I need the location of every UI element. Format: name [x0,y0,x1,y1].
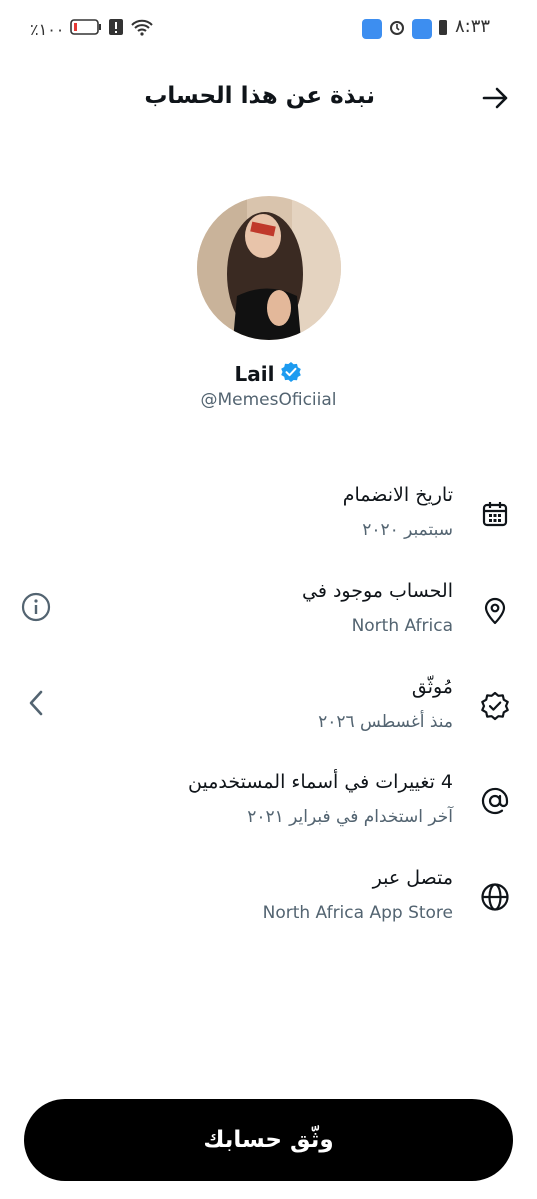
back-button[interactable] [478,82,514,118]
at-sign-icon [479,785,511,817]
row-subtitle: منذ أغسطس ٢٠٢٦ [318,712,453,732]
display-name: Lail [234,362,275,386]
verified-badge-outline-icon [479,690,511,722]
username-handle: @MemesOficiial [200,390,337,410]
app-notification-icon [362,19,382,39]
username-changes-row: 4 تغييرات في أسماء المستخدمين آخر استخدا… [0,765,537,835]
battery-percent: ٪١٠٠ [30,19,65,39]
chevron-left-icon [26,689,46,721]
row-subtitle: North Africa App Store [262,903,453,923]
globe-icon [479,881,511,913]
row-subtitle: آخر استخدام في فبراير ٢٠٢١ [247,807,453,827]
row-title: تاريخ الانضمام [342,484,453,506]
arrow-right-icon [482,86,510,114]
name-row: Lail [0,361,537,387]
row-title: مُوثّق [411,676,453,698]
alarm-icon [388,18,406,40]
wifi-icon [130,18,154,40]
status-time: ٨:٣٣ [455,16,491,37]
status-bar: ٨:٣٣ ٪١٠٠ [0,0,537,60]
row-title: الحساب موجود في [302,580,453,602]
row-title: 4 تغييرات في أسماء المستخدمين [188,771,453,793]
alert-icon [108,18,124,40]
avatar [197,196,341,340]
info-icon [20,591,52,627]
app-notification-icon [412,19,432,39]
status-notification-icons [362,18,448,40]
calendar-icon [479,498,511,530]
location-info-button[interactable] [18,591,54,627]
row-subtitle: سبتمبر ٢٠٢٠ [362,520,453,540]
location-pin-icon [479,594,511,626]
row-title: متصل عبر [372,867,453,889]
account-location-row: الحساب موجود في North Africa [0,574,537,644]
verify-account-button[interactable]: وثّق حسابك [24,1099,513,1181]
status-system-icons: ٪١٠٠ [30,18,154,40]
row-subtitle: North Africa [351,616,453,636]
verified-badge-icon [280,361,302,387]
battery-icon [70,19,102,39]
connected-via-row: متصل عبر North Africa App Store [0,861,537,931]
verified-details-button[interactable] [18,687,54,723]
joined-date-row: تاريخ الانضمام سبتمبر ٢٠٢٠ [0,478,537,548]
battery-saver-icon [438,18,448,40]
verified-row[interactable]: مُوثّق منذ أغسطس ٢٠٢٦ [0,670,537,740]
verify-account-label: وثّق حسابك [203,1127,334,1153]
page-title: نبذة عن هذا الحساب [144,83,375,109]
